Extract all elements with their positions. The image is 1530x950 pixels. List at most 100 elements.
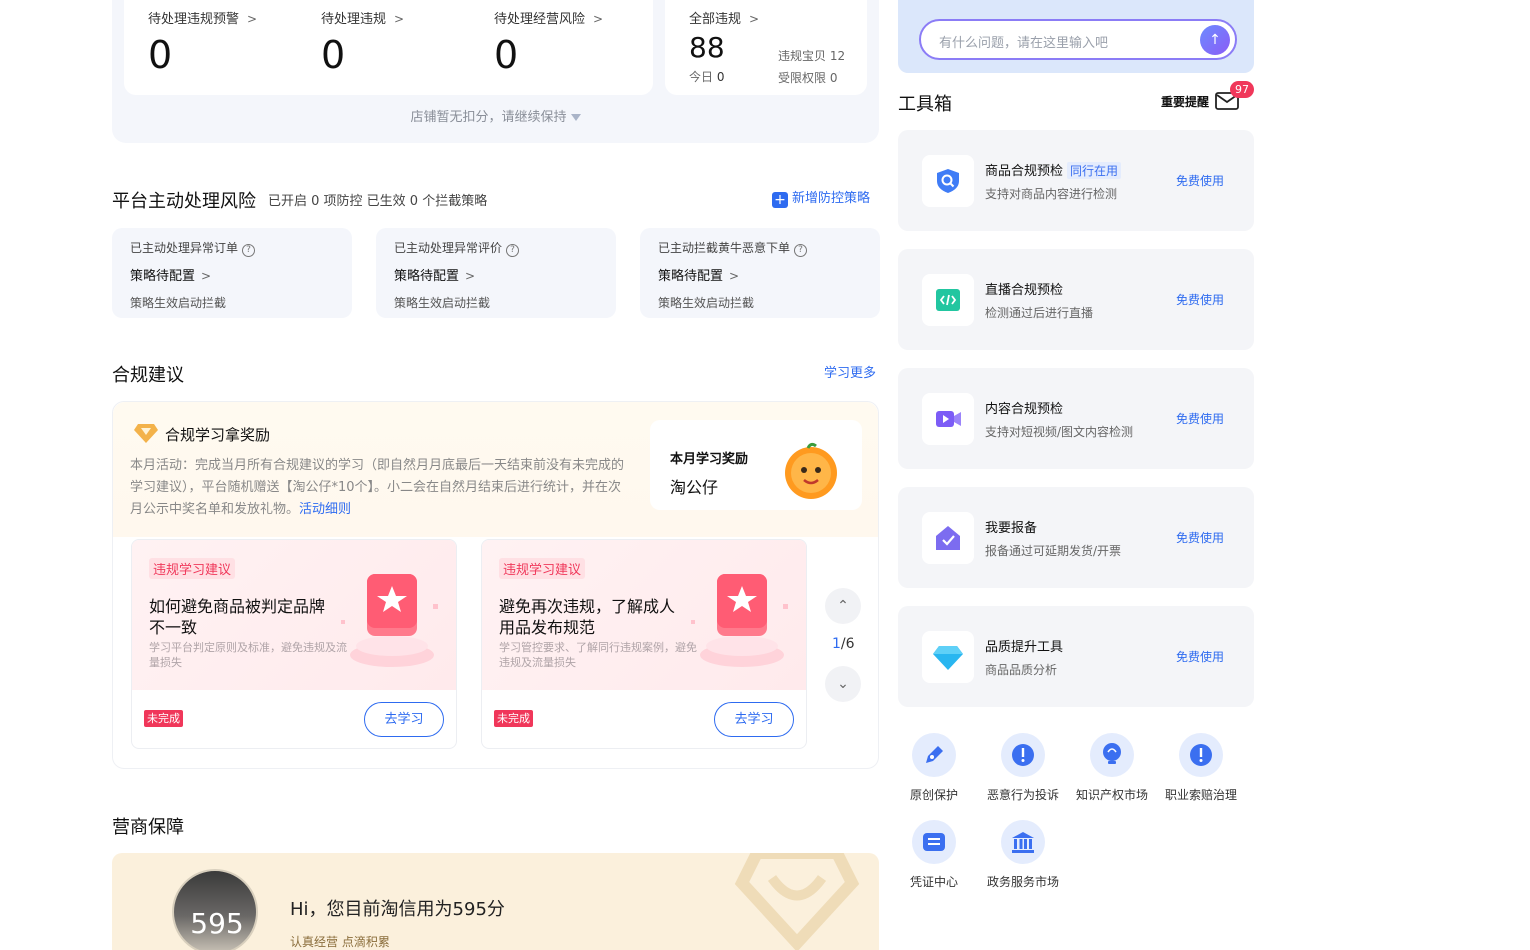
chevron-right-icon: > <box>394 12 405 26</box>
alert-icon <box>1190 744 1212 766</box>
chevron-right-icon: > <box>247 12 258 26</box>
bank-icon <box>1012 832 1034 853</box>
risk-card-title: 已主动处理异常订单 <box>130 241 239 255</box>
all-violations-card[interactable]: 全部违规 > 88 今日 0 违规宝贝 12 受限权限 0 <box>665 0 867 95</box>
help-icon[interactable]: ? <box>506 244 520 257</box>
free-use-link[interactable]: 免费使用 <box>1176 410 1224 427</box>
reward-description: 本月活动：完成当月所有合规建议的学习（即自然月月底最后一天结束前没有未完成的学习… <box>130 455 628 521</box>
learn-more-link[interactable]: 学习更多 <box>824 362 876 381</box>
risk-card-orders[interactable]: 已主动处理异常订单? 策略待配置 > 策略生效启动拦截 <box>112 228 352 318</box>
video-icon <box>936 411 961 427</box>
compliance-title: 合规建议 <box>112 365 184 386</box>
stat-value: 0 <box>494 33 519 77</box>
pager-down-button[interactable]: ⌄ <box>825 666 861 702</box>
quick-label: 原创保护 <box>909 788 958 802</box>
question-placeholder: 有什么问题，请在这里输入吧 <box>939 36 1109 51</box>
code-icon <box>936 289 960 311</box>
risk-card-note: 策略生效启动拦截 <box>394 296 491 310</box>
alert-icon <box>1012 744 1034 766</box>
stat-value: 0 <box>321 33 346 77</box>
diamond-icon <box>134 424 158 443</box>
tool-content-check[interactable]: 内容合规预检 支持对短视频/图文内容检测 免费使用 <box>898 368 1254 469</box>
learning-card[interactable]: 违规学习建议 如何避免商品被判定品牌不一致 学习平台判定原则及标准，避免违规及流… <box>131 539 457 749</box>
incomplete-badge: 未完成 <box>494 710 533 727</box>
book-star-icon <box>691 574 788 667</box>
free-use-link[interactable]: 免费使用 <box>1176 648 1224 665</box>
suggestion-tag: 违规学习建议 <box>149 558 236 579</box>
credit-score-panel: 595 Hi，您目前淘信用为595分 认真经营 点滴积累 <box>112 853 879 950</box>
learning-desc: 学习平台判定原则及标准，避免违规及流量损失 <box>149 641 347 669</box>
important-reminder[interactable]: 重要提醒 <box>1161 92 1240 110</box>
quick-icon-bg <box>1001 820 1045 864</box>
reward-header: 合规学习拿奖励 本月活动：完成当月所有合规建议的学习（即自然月月底最后一天结束前… <box>113 402 878 537</box>
free-use-link[interactable]: 免费使用 <box>1176 291 1224 308</box>
free-use-link[interactable]: 免费使用 <box>1176 529 1224 546</box>
ticket-icon <box>923 833 945 851</box>
learning-card-top: 违规学习建议 避免再次违规，了解成人用品发布规范 学习管控要求、了解同行违规案例… <box>482 540 806 690</box>
pending-violation-stat[interactable]: 待处理违规 > 0 <box>321 8 404 77</box>
pending-risk-stat[interactable]: 待处理经营风险 > 0 <box>494 8 603 77</box>
tool-desc: 报备通过可延期发货/开票 <box>985 544 1122 558</box>
chevron-up-icon: ⌃ <box>837 598 849 614</box>
learning-card[interactable]: 违规学习建议 避免再次违规，了解成人用品发布规范 学习管控要求、了解同行违规案例… <box>481 539 807 749</box>
chevron-down-icon: ⌄ <box>837 676 849 692</box>
risk-card-scalpers[interactable]: 已主动拦截黄牛恶意下单? 策略待配置 > 策略生效启动拦截 <box>640 228 880 318</box>
chevron-right-icon: > <box>593 12 604 26</box>
risk-card-status: 策略待配置 <box>658 269 724 284</box>
chevron-right-icon: > <box>201 269 212 283</box>
risk-card-reviews[interactable]: 已主动处理异常评价? 策略待配置 > 策略生效启动拦截 <box>376 228 616 318</box>
go-learn-button[interactable]: 去学习 <box>714 702 794 737</box>
quick-icon-bg <box>912 733 956 777</box>
quick-malicious-complaint[interactable]: 恶意行为投诉 <box>978 733 1068 803</box>
pager-up-button[interactable]: ⌃ <box>825 588 861 624</box>
quick-ip-market[interactable]: 知识产权市场 <box>1067 733 1157 803</box>
risk-card-note: 策略生效启动拦截 <box>658 296 755 310</box>
tool-desc: 支持对商品内容进行检测 <box>985 187 1118 201</box>
compliance-reward-panel: 合规学习拿奖励 本月活动：完成当月所有合规建议的学习（即自然月月底最后一天结束前… <box>112 401 879 769</box>
add-strategy-label: 新增防控策略 <box>792 191 871 206</box>
go-learn-button[interactable]: 去学习 <box>364 702 444 737</box>
quick-label: 职业索赔治理 <box>1164 788 1237 802</box>
learning-title: 避免再次违规，了解成人用品发布规范 <box>499 597 676 637</box>
quick-original-protection[interactable]: 原创保护 <box>889 733 979 803</box>
question-input[interactable]: 有什么问题，请在这里输入吧 ↑ <box>919 19 1237 60</box>
tool-product-check[interactable]: 商品合规预检 同行在用 支持对商品内容进行检测 免费使用 <box>898 130 1254 231</box>
pending-warning-stat[interactable]: 待处理违规预警 > 0 <box>148 8 257 77</box>
risk-card-title: 已主动处理异常评价 <box>394 241 503 255</box>
quick-voucher-center[interactable]: 凭证中心 <box>889 820 979 890</box>
add-strategy-button[interactable]: + 新增防控策略 <box>772 187 870 208</box>
baby-label: 违规宝贝 <box>778 49 827 63</box>
reminder-count-badge: 97 <box>1230 81 1254 98</box>
tool-name: 直播合规预检 <box>985 283 1064 298</box>
pending-stats-card: 待处理违规预警 > 0 待处理违规 > 0 待处理经营风险 > 0 <box>124 0 653 95</box>
quick-gov-services[interactable]: 政务服务市场 <box>978 820 1068 890</box>
reward-desc-text: 本月活动：完成当月所有合规建议的学习（即自然月月底最后一天结束前没有未完成的学习… <box>130 458 625 517</box>
tool-desc: 商品品质分析 <box>985 663 1058 677</box>
activity-rules-link[interactable]: 活动细则 <box>299 502 351 517</box>
learning-desc: 学习管控要求、了解同行违规案例，避免违规及流量损失 <box>499 641 697 669</box>
quick-icon-bg <box>1090 733 1134 777</box>
tool-report[interactable]: 我要报备 报备通过可延期发货/开票 免费使用 <box>898 487 1254 588</box>
chevron-right-icon: > <box>465 269 476 283</box>
tool-quality[interactable]: 品质提升工具 商品品质分析 免费使用 <box>898 606 1254 707</box>
send-button[interactable]: ↑ <box>1200 25 1230 55</box>
suggestion-tag: 违规学习建议 <box>499 558 586 579</box>
caret-down-icon <box>570 114 581 121</box>
diamond-icon <box>933 646 963 670</box>
platform-risk-title: 平台主动处理风险 <box>112 191 256 212</box>
baby-value: 12 <box>829 49 846 63</box>
mascot-icon <box>785 442 837 499</box>
tool-live-check[interactable]: 直播合规预检 检测通过后进行直播 免费使用 <box>898 249 1254 350</box>
help-icon[interactable]: ? <box>242 244 256 257</box>
quick-claim-governance[interactable]: 职业索赔治理 <box>1156 733 1246 803</box>
credit-slogan: 认真经营 点滴积累 <box>290 935 390 949</box>
assistant-panel: 有什么问题，请在这里输入吧 ↑ <box>898 0 1254 73</box>
help-icon[interactable]: ? <box>794 244 808 257</box>
chevron-right-icon: > <box>749 12 760 26</box>
stat-label: 待处理违规预警 <box>148 12 240 27</box>
tool-name: 商品合规预检 <box>985 164 1064 179</box>
all-violations-label: 全部违规 <box>689 12 742 27</box>
stats-hint[interactable]: 店铺暂无扣分，请继续保持 <box>112 106 879 125</box>
learning-card-top: 违规学习建议 如何避免商品被判定品牌不一致 学习平台判定原则及标准，避免违规及流… <box>132 540 456 690</box>
free-use-link[interactable]: 免费使用 <box>1176 172 1224 189</box>
